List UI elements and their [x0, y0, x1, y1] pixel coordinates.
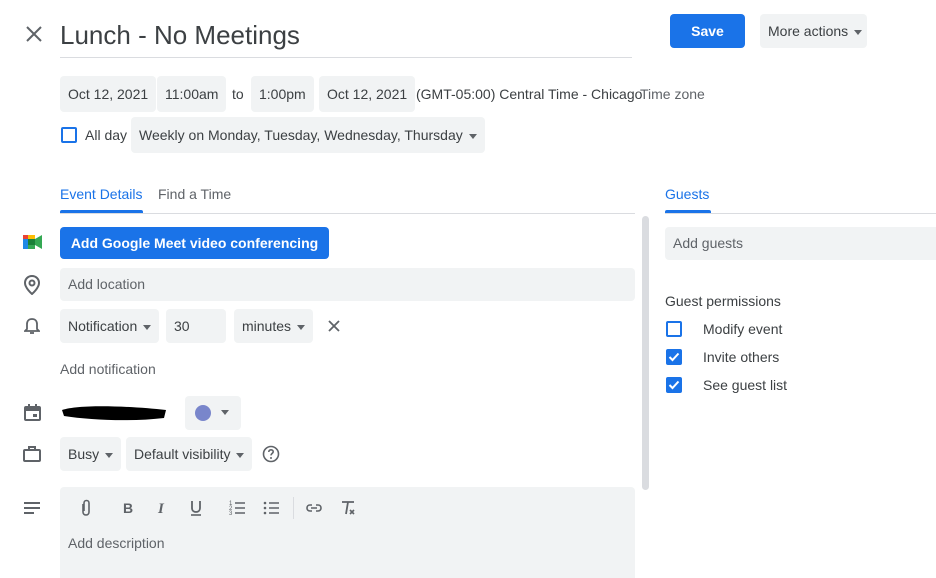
description-placeholder: Add description [68, 535, 165, 551]
clear-formatting-icon[interactable] [338, 498, 358, 518]
calendar-color-dot [195, 405, 211, 421]
event-title: Lunch - No Meetings [60, 20, 300, 50]
tab-guests-label: Guests [665, 186, 710, 202]
notification-value: 30 [174, 318, 190, 334]
end-date: Oct 12, 2021 [327, 86, 408, 102]
chevron-down-icon [105, 452, 114, 458]
notification-type-select[interactable]: Notification [60, 309, 160, 343]
underline-icon[interactable] [186, 498, 206, 518]
visibility-select[interactable]: Default visibility [126, 437, 253, 471]
add-google-meet-label: Add Google Meet video conferencing [70, 235, 319, 251]
visibility-value: Default visibility [134, 446, 231, 462]
add-google-meet-button[interactable]: Add Google Meet video conferencing [60, 227, 329, 259]
chevron-down-icon [236, 452, 245, 458]
chevron-down-icon [143, 324, 152, 330]
italic-icon[interactable]: I [152, 498, 172, 518]
numbered-list-icon[interactable]: 123 [228, 498, 248, 518]
remove-notification-icon[interactable] [326, 318, 342, 334]
calendar-color-select[interactable] [185, 396, 241, 430]
tabs-divider [60, 213, 635, 214]
modify-event-checkbox[interactable] [666, 321, 682, 337]
end-time-picker[interactable]: 1:00pm [251, 76, 314, 112]
timezone-link[interactable]: Time zone [640, 86, 705, 102]
link-icon[interactable] [304, 498, 324, 518]
modify-event-label: Modify event [703, 321, 783, 337]
add-guests-placeholder: Add guests [673, 235, 744, 251]
tab-event-details-label: Event Details [60, 186, 143, 202]
bulleted-list-icon[interactable] [262, 498, 282, 518]
invite-others-label: Invite others [703, 349, 780, 365]
end-date-picker[interactable]: Oct 12, 2021 [319, 76, 416, 112]
svg-text:I: I [157, 501, 165, 517]
start-time-picker[interactable]: 11:00am [157, 76, 227, 112]
checkmark-icon [668, 380, 680, 390]
help-icon[interactable] [262, 445, 280, 466]
add-guests-input[interactable]: Add guests [665, 227, 936, 260]
chevron-down-icon [854, 29, 863, 35]
notification-unit-select[interactable]: minutes [234, 309, 314, 343]
close-icon[interactable] [22, 22, 46, 46]
location-input[interactable]: Add location [60, 268, 635, 301]
recurrence-select[interactable]: Weekly on Monday, Tuesday, Wednesday, Th… [131, 117, 485, 153]
description-lines-icon [24, 501, 40, 517]
chevron-down-icon [221, 410, 229, 415]
svg-text:B: B [123, 500, 133, 516]
google-meet-icon [23, 233, 43, 254]
add-notification-link[interactable]: Add notification [60, 361, 156, 377]
tab-find-a-time-label: Find a Time [158, 186, 232, 202]
tab-find-a-time[interactable]: Find a Time [158, 186, 231, 202]
all-day-label: All day [85, 127, 128, 143]
save-button[interactable]: Save [670, 14, 745, 48]
start-date-picker[interactable]: Oct 12, 2021 [60, 76, 157, 112]
all-day-checkbox[interactable] [61, 127, 77, 143]
event-title-input[interactable]: Lunch - No Meetings [60, 14, 632, 58]
details-scrollbar[interactable] [642, 216, 649, 490]
briefcase-icon [23, 446, 41, 465]
guests-divider [665, 213, 936, 214]
chevron-down-icon [297, 324, 306, 330]
invite-others-checkbox[interactable] [666, 349, 682, 365]
start-time: 11:00am [165, 86, 219, 102]
busy-status: Busy [68, 446, 100, 462]
notification-unit: minutes [242, 318, 292, 334]
tab-event-details[interactable]: Event Details [60, 186, 142, 202]
location-pin-icon [23, 274, 41, 298]
see-guest-list-checkbox[interactable] [666, 377, 682, 393]
timezone-text: (GMT-05:00) Central Time - Chicago [416, 86, 643, 102]
bold-icon[interactable]: B [118, 498, 138, 518]
location-placeholder: Add location [68, 276, 146, 292]
to-label: to [232, 86, 244, 102]
calendar-owner-redacted [60, 402, 178, 424]
notification-value-input[interactable]: 30 [166, 309, 226, 343]
end-time: 1:00pm [259, 86, 306, 102]
save-label: Save [691, 23, 724, 39]
toolbar-divider [293, 497, 294, 519]
see-guest-list-label: See guest list [703, 377, 788, 393]
more-actions-label: More actions [768, 23, 849, 39]
more-actions-button[interactable]: More actions [760, 14, 867, 48]
notification-type: Notification [68, 318, 138, 334]
attachment-icon[interactable] [76, 498, 96, 518]
busy-status-select[interactable]: Busy [60, 437, 122, 471]
bell-icon [22, 317, 42, 338]
recurrence-value: Weekly on Monday, Tuesday, Wednesday, Th… [139, 127, 463, 143]
svg-text:3: 3 [229, 511, 233, 517]
calendar-icon [24, 404, 41, 424]
guest-permissions-title: Guest permissions [665, 293, 781, 309]
tab-guests[interactable]: Guests [665, 186, 709, 202]
chevron-down-icon [468, 133, 477, 139]
checkmark-icon [668, 352, 680, 362]
start-date: Oct 12, 2021 [68, 86, 149, 102]
